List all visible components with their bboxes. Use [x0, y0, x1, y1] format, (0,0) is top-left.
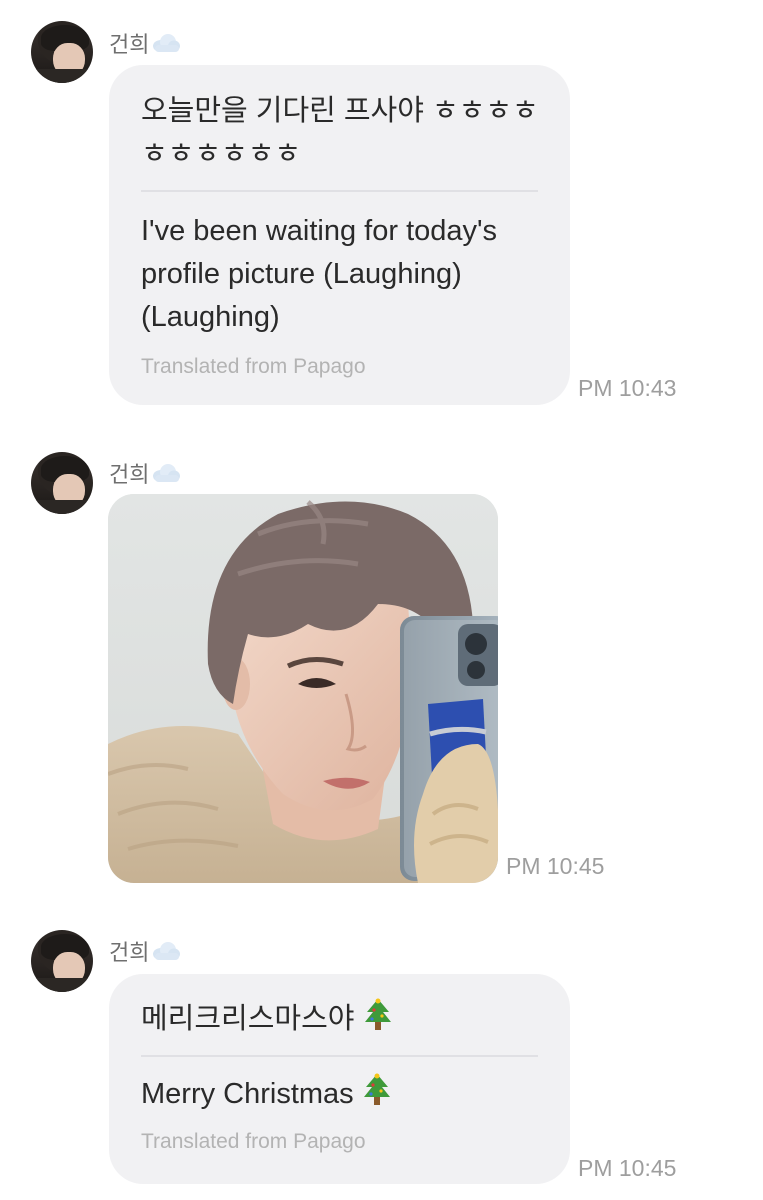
sender-name: 건희: [109, 32, 150, 57]
sender-name: 건희: [109, 462, 150, 487]
message-time: PM 10:45: [578, 1155, 677, 1181]
selfie-photo[interactable]: [108, 494, 498, 883]
translated-text: I've been waiting for today's profile pi…: [141, 215, 498, 333]
translated-text: Merry Christmas: [141, 1078, 354, 1110]
translation-divider: [141, 190, 538, 192]
christmas-tree-icon: [363, 1073, 390, 1105]
sender-name-row: 건희: [109, 457, 181, 489]
sender-avatar[interactable]: [31, 21, 93, 83]
original-text: 오늘만을 기다린 프사야 ㅎㅎㅎㅎㅎㅎㅎㅎㅎㅎ: [141, 95, 539, 170]
sender-avatar[interactable]: [31, 452, 93, 514]
sender-name: 건희: [109, 940, 150, 965]
message-bubble[interactable]: 오늘만을 기다린 프사야 ㅎㅎㅎㅎㅎㅎㅎㅎㅎㅎ I've been waitin…: [109, 65, 570, 405]
cloud-icon: [153, 464, 181, 482]
original-text: 메리크리스마스야: [141, 1003, 355, 1035]
message-time: PM 10:43: [578, 375, 677, 401]
sender-name-row: 건희: [109, 27, 181, 59]
message-bubble[interactable]: 메리크리스마스야 Merry Christmas Translated from…: [109, 974, 570, 1184]
message-time: PM 10:45: [506, 853, 605, 879]
cloud-icon: [153, 34, 181, 52]
selfie-photo-image: [108, 494, 498, 883]
original-text-row: 메리크리스마스야: [141, 998, 538, 1041]
christmas-tree-icon: [364, 998, 391, 1030]
translated-from-label: Translated from Papago: [141, 1130, 366, 1153]
cloud-icon: [153, 942, 181, 960]
translated-from-label: Translated from Papago: [141, 355, 366, 378]
sender-avatar[interactable]: [31, 930, 93, 992]
translated-text-row: Merry Christmas: [141, 1073, 538, 1116]
translation-divider: [141, 1055, 538, 1057]
sender-name-row: 건희: [109, 935, 181, 967]
